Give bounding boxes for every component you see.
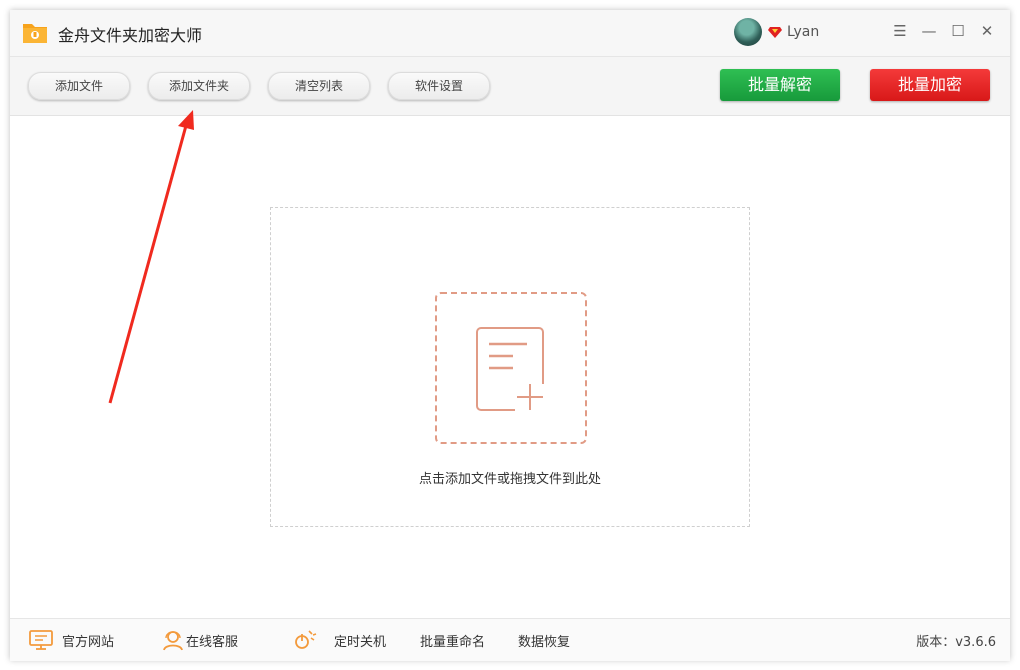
batch-encrypt-button[interactable]: 批量加密 [870,69,990,101]
add-document-icon [476,327,544,411]
file-list-area: 点击添加文件或拖拽文件到此处 [10,116,1010,618]
add-file-button[interactable]: 添加文件 [28,72,130,100]
toolbar: 添加文件 添加文件夹 清空列表 软件设置 批量解密 批量加密 [10,57,1010,116]
menu-icon[interactable]: ☰ [891,22,909,40]
title-bar: 金舟文件夹加密大师 Lyan ☰ — ☐ ✕ [10,10,1010,57]
app-window: 金舟文件夹加密大师 Lyan ☰ — ☐ ✕ 添加文件 添加文件夹 清空列表 软… [10,10,1010,661]
minimize-button[interactable]: — [920,22,938,40]
settings-button[interactable]: 软件设置 [388,72,490,100]
monitor-icon [29,630,53,650]
official-website-link[interactable]: 官方网站 [62,631,114,650]
folder-logo-icon [23,24,47,43]
customer-service-icon [163,631,183,651]
drop-hint-text: 点击添加文件或拖拽文件到此处 [418,472,601,487]
maximize-button[interactable]: ☐ [949,22,967,40]
clear-list-button[interactable]: 清空列表 [268,72,370,100]
user-avatar[interactable] [734,18,762,46]
power-timer-icon [295,630,317,649]
vip-diamond-icon [768,27,782,38]
version-label: 版本：v3.6.6 [916,635,996,650]
add-folder-button[interactable]: 添加文件夹 [148,72,250,100]
online-support-link[interactable]: 在线客服 [186,631,238,650]
batch-rename-link[interactable]: 批量重命名 [420,631,485,650]
batch-decrypt-button[interactable]: 批量解密 [720,69,840,101]
status-bar: 官方网站 在线客服 定时关机 批量重命名 数据恢复 版本：v3.6.6 [10,618,1010,661]
scheduled-shutdown-link[interactable]: 定时关机 [334,631,386,650]
data-recovery-link[interactable]: 数据恢复 [518,631,570,650]
app-title: 金舟文件夹加密大师 [58,26,203,45]
close-button[interactable]: ✕ [978,22,996,40]
username[interactable]: Lyan [787,24,819,40]
drop-zone[interactable]: 点击添加文件或拖拽文件到此处 [270,207,750,527]
add-file-target[interactable] [435,292,587,444]
